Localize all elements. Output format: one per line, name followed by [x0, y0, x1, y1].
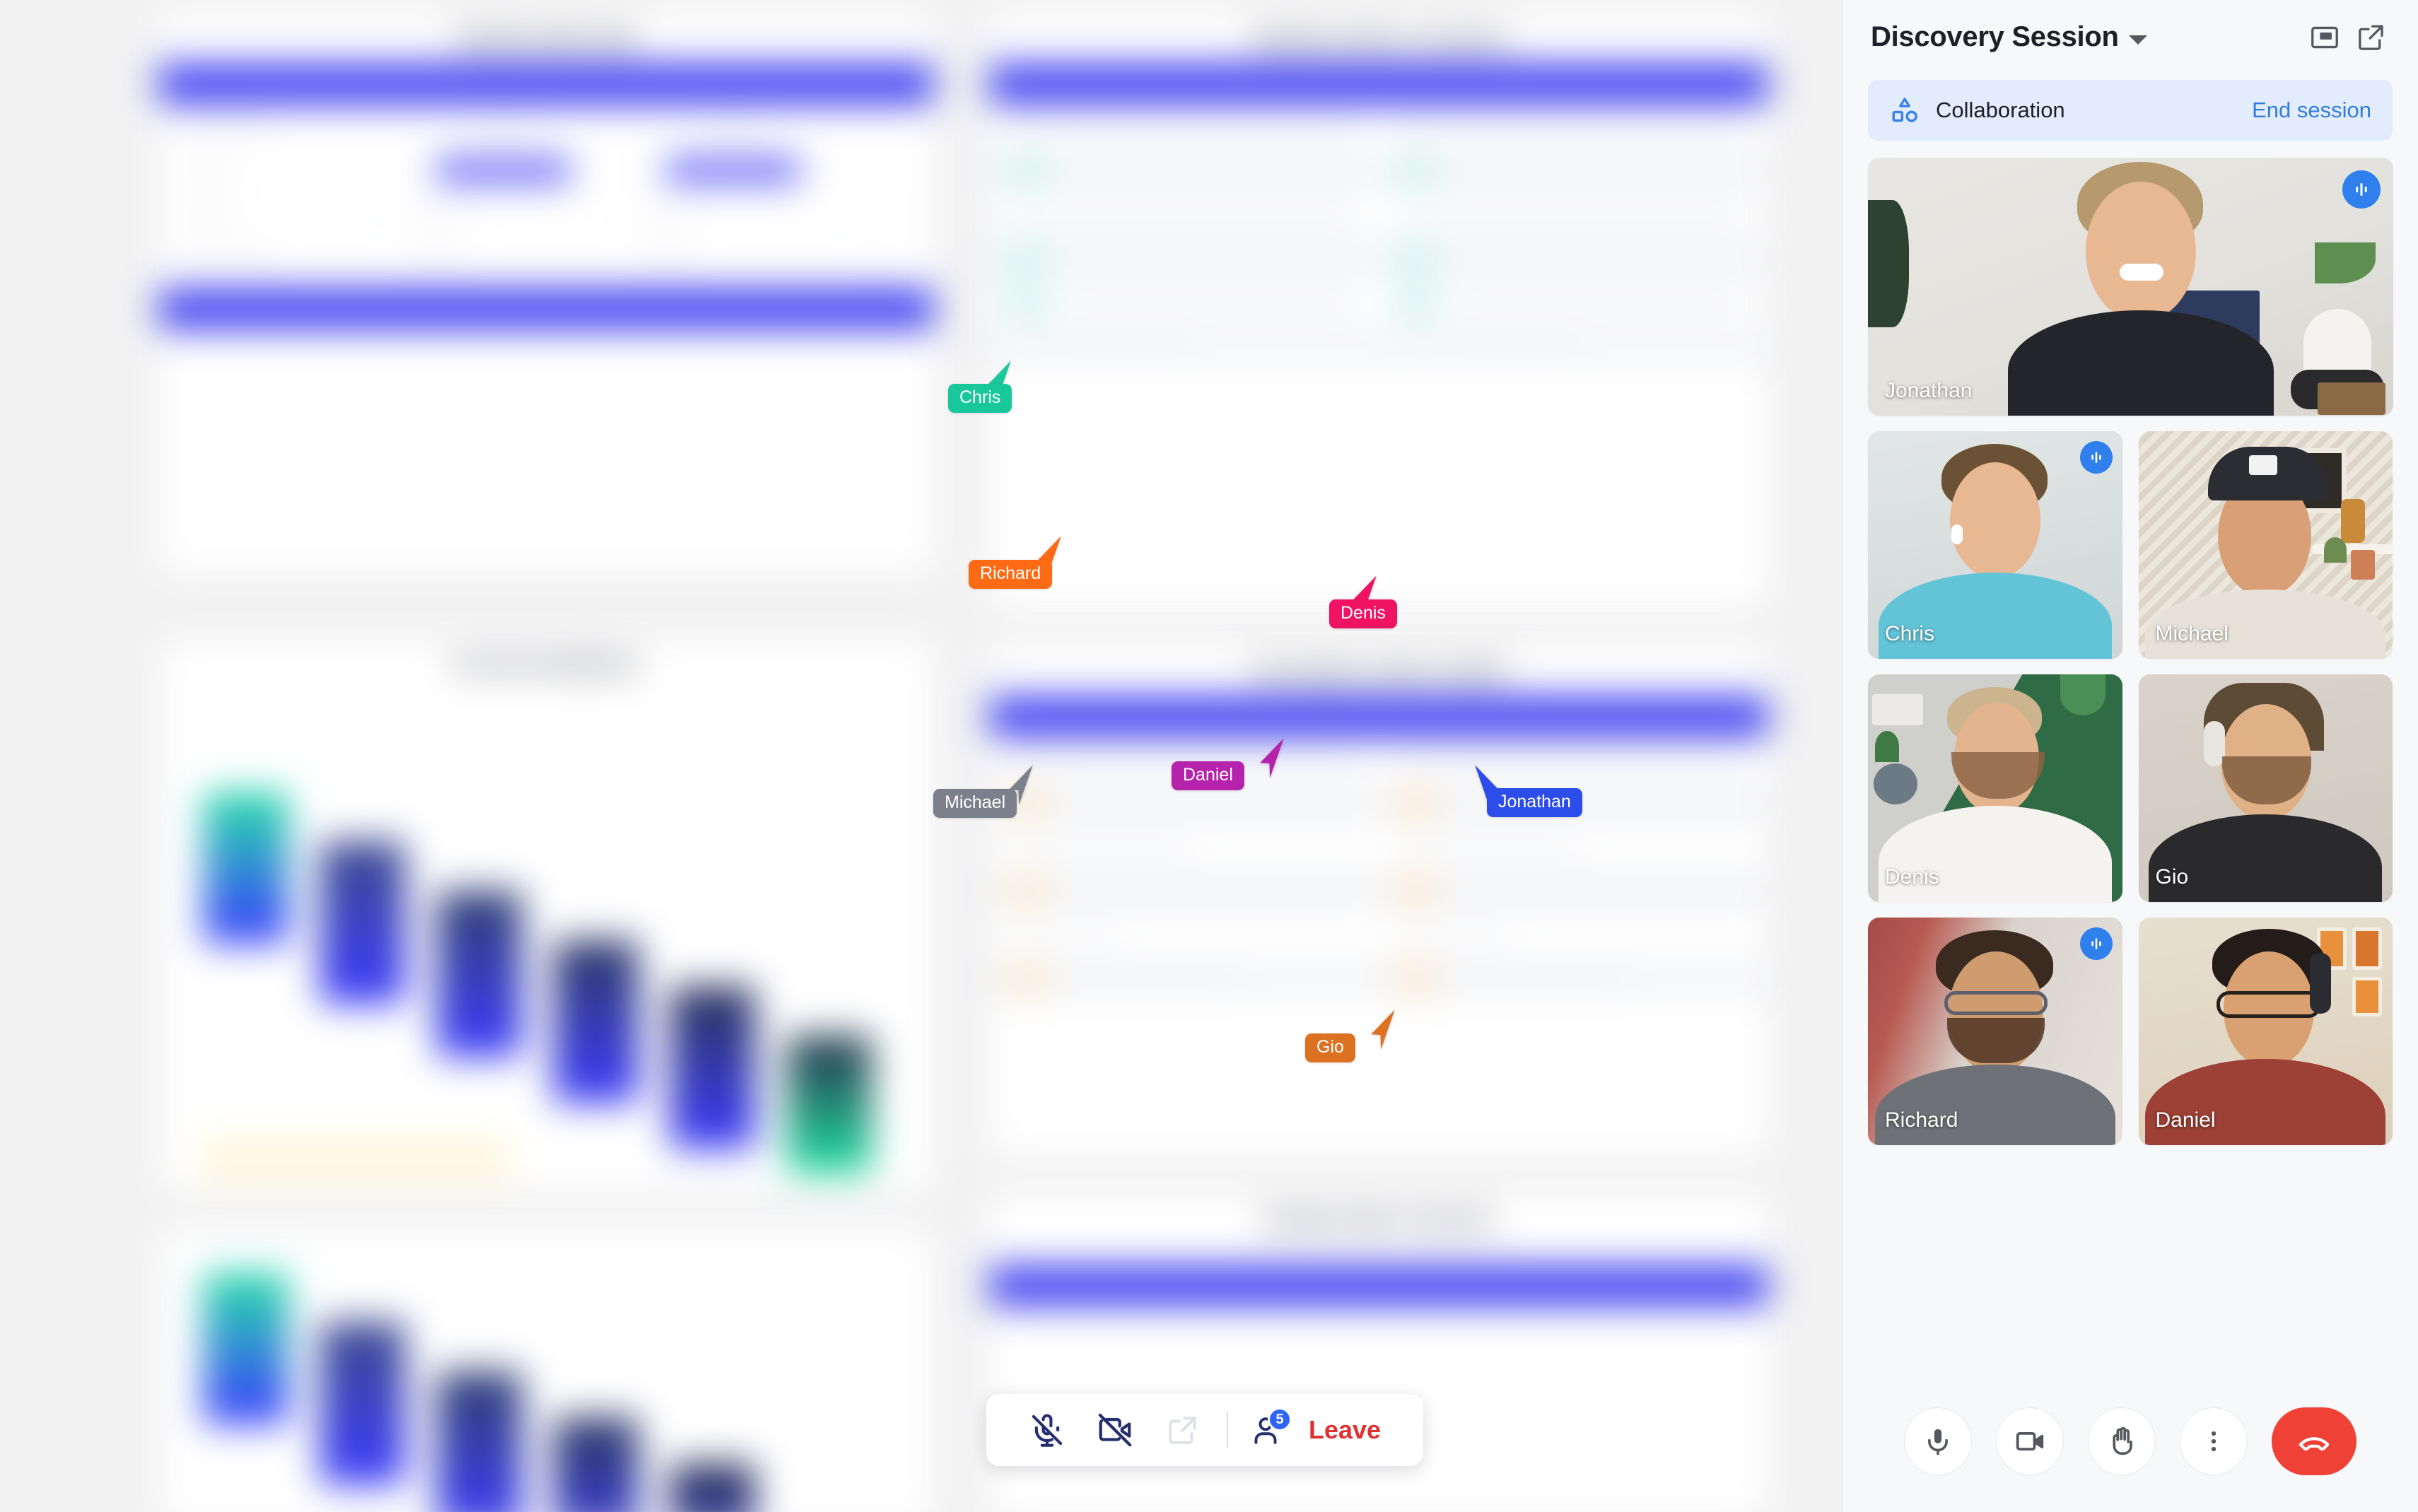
audio-wave-icon: [2356, 183, 2367, 196]
session-panel: Discovery Session Collaboration End sess…: [1842, 0, 2418, 1512]
shared-screen-workspace[interactable]: Sample table data Funnel breakdown Sampl…: [0, 0, 1842, 1512]
meeting-screen: Sample table data Funnel breakdown Sampl…: [0, 0, 2418, 1512]
participant-tiles: Jonathan Chris Michael Denis Gio Richard…: [1842, 141, 2418, 1161]
participant-name: Michael: [2155, 622, 2229, 645]
more-vertical-icon: [2211, 1431, 2216, 1452]
toolbar-divider: [1227, 1412, 1228, 1448]
remote-cursor-richard: Richard: [969, 534, 1063, 589]
camera-button[interactable]: [1996, 1407, 2064, 1475]
chevron-down-icon[interactable]: [2128, 35, 2147, 45]
meeting-toolbar[interactable]: 5 Leave: [986, 1394, 1423, 1466]
participant-name: Denis: [1885, 865, 1939, 889]
workspace-card-funnel-1: Funnel breakdown: [161, 640, 932, 1191]
video-frame: [1868, 158, 2393, 416]
participant-tile-richard[interactable]: Richard: [1868, 918, 2122, 1145]
participant-tile-gio[interactable]: Gio: [2138, 674, 2393, 902]
remote-cursor-denis: Denis: [1329, 574, 1397, 628]
speaking-indicator: [2342, 170, 2381, 209]
collaboration-banner[interactable]: Collaboration End session: [1868, 80, 2393, 141]
cursor-label: Denis: [1329, 599, 1397, 628]
phone-hangup-icon: [2299, 1437, 2330, 1451]
cursor-pointer-icon: [1371, 1009, 1395, 1050]
remote-cursor-daniel: Daniel: [1172, 737, 1286, 790]
participant-name: Jonathan: [1885, 379, 1973, 402]
end-session-link[interactable]: End session: [2252, 98, 2371, 123]
video-camera-icon: [2016, 1431, 2044, 1451]
participant-name: Gio: [2155, 865, 2189, 889]
session-title: Discovery Session: [1871, 21, 2119, 52]
leave-button[interactable]: Leave: [1309, 1415, 1381, 1445]
cursor-label: Daniel: [1172, 761, 1244, 790]
microphone-button[interactable]: [1904, 1407, 1972, 1475]
remote-cursor-jonathan: Jonathan: [1473, 763, 1582, 817]
card-accent-bar: [159, 64, 933, 105]
workspace-card-center-1: Sample metrics overview: [990, 14, 1768, 608]
share-screen-icon: [1169, 1417, 1196, 1444]
participant-name: Chris: [1885, 622, 1935, 645]
participant-tile-denis[interactable]: Denis: [1868, 674, 2122, 902]
raised-hand-icon: [2113, 1426, 2132, 1455]
workspace-card-top-left: Sample table data: [159, 14, 933, 573]
toggle-microphone-button[interactable]: [1013, 1396, 1081, 1464]
participant-tile-chris[interactable]: Chris: [1868, 431, 2122, 659]
remote-cursor-michael: Michael: [933, 763, 1035, 818]
blurred-content-layer: Sample table data Funnel breakdown Sampl…: [0, 0, 1842, 1512]
speaking-indicator: [2079, 927, 2113, 960]
card-title: Sample table data: [455, 27, 637, 50]
audio-wave-icon: [2091, 452, 2101, 463]
more-options-button[interactable]: [2180, 1407, 2248, 1475]
cursor-label: Michael: [933, 789, 1017, 818]
participant-tile-jonathan[interactable]: Jonathan: [1868, 158, 2393, 416]
picture-in-picture-icon[interactable]: [2306, 19, 2343, 56]
cursor-pointer-icon: [1260, 738, 1284, 778]
cursor-label: Chris: [948, 384, 1012, 413]
participant-name: Richard: [1885, 1108, 1958, 1132]
participants-button[interactable]: 5: [1238, 1396, 1293, 1464]
share-screen-button[interactable]: [1149, 1396, 1217, 1464]
remote-cursor-gio: Gio: [1305, 1008, 1397, 1062]
workspace-card-funnel-2: [161, 1230, 932, 1512]
cursor-label: Jonathan: [1487, 788, 1582, 817]
open-in-new-icon[interactable]: [2353, 19, 2390, 56]
cursor-label: Richard: [969, 560, 1053, 589]
call-controls: [1842, 1371, 2418, 1512]
audio-wave-icon: [2091, 938, 2101, 949]
toggle-camera-button[interactable]: [1081, 1396, 1149, 1464]
session-panel-header: Discovery Session: [1842, 0, 2418, 74]
shapes-collaboration-icon: [1892, 98, 1917, 122]
microphone-muted-icon: [1032, 1414, 1063, 1447]
video-camera-muted-icon: [1098, 1413, 1132, 1447]
remote-cursor-chris: Chris: [948, 359, 1013, 413]
collaboration-label: Collaboration: [1936, 98, 2065, 122]
participants-count-badge: 5: [1268, 1407, 1292, 1431]
participant-tile-michael[interactable]: Michael: [2138, 431, 2393, 659]
participant-name: Daniel: [2155, 1108, 2216, 1132]
hang-up-button[interactable]: [2272, 1407, 2356, 1475]
microphone-icon: [1928, 1429, 1948, 1455]
workspace-card-center-2: Secondary metrics detail: [990, 647, 1768, 1156]
raise-hand-button[interactable]: [2088, 1407, 2156, 1475]
cursor-label: Gio: [1305, 1033, 1355, 1062]
speaking-indicator: [2079, 441, 2113, 474]
participant-tile-daniel[interactable]: Daniel: [2138, 918, 2393, 1145]
